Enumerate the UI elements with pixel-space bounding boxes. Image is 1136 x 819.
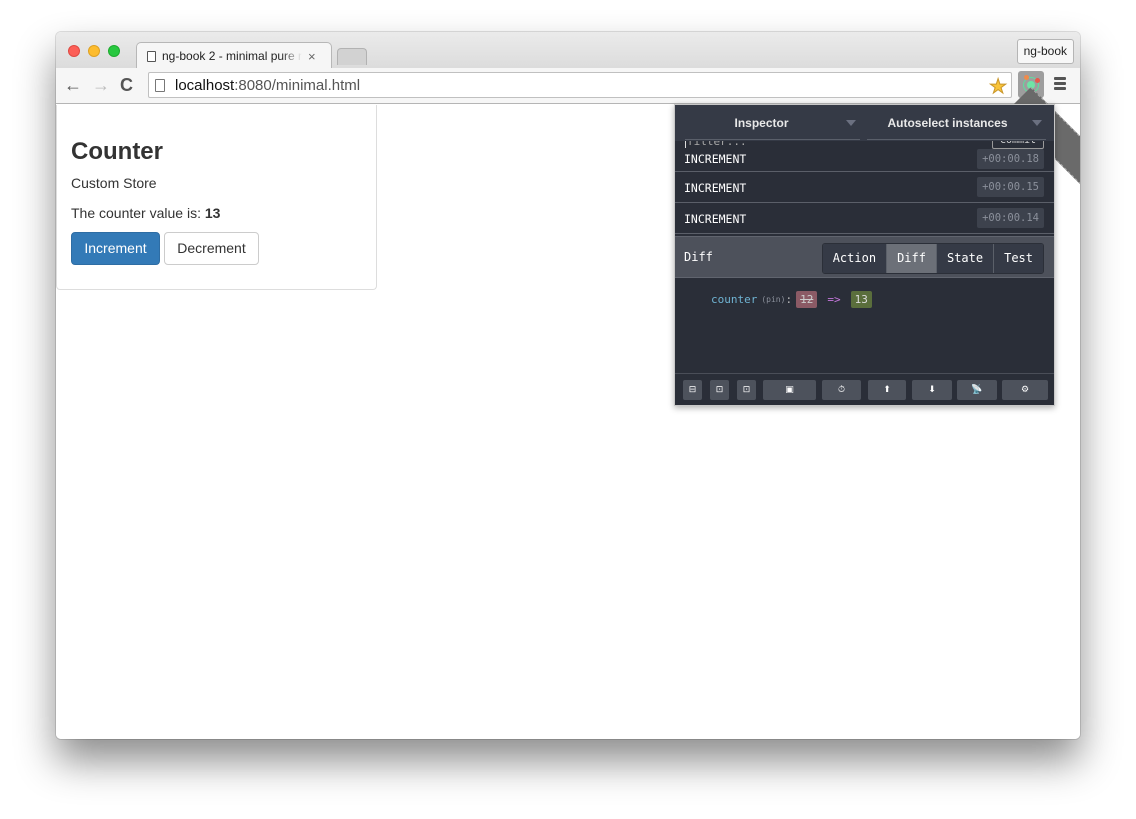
counter-value: 13 bbox=[204, 205, 221, 221]
maximize-window-button[interactable] bbox=[108, 45, 120, 57]
diff-old-value: 12 bbox=[796, 291, 818, 308]
action-list-item[interactable]: INCREMENT +00:00.15 bbox=[675, 172, 1054, 203]
close-window-button[interactable] bbox=[68, 45, 80, 57]
remote-icon[interactable]: 📡 bbox=[957, 380, 997, 400]
increment-button[interactable]: Increment bbox=[71, 232, 160, 265]
instance-select[interactable]: Autoselect instances bbox=[867, 105, 1046, 140]
devtools-header: Inspector Autoselect instances bbox=[675, 105, 1054, 141]
diff-new-value: 13 bbox=[850, 291, 872, 308]
redux-devtools-popup: Inspector Autoselect instances INCREMENT… bbox=[674, 104, 1055, 406]
diff-arrow: => bbox=[827, 293, 841, 306]
minimize-window-button[interactable] bbox=[88, 45, 100, 57]
profile-button[interactable]: ng-book bbox=[1016, 39, 1074, 64]
monitor-icon[interactable]: ▣ bbox=[763, 380, 816, 400]
tab-diff[interactable]: Diff bbox=[886, 244, 936, 273]
tab-title: ng-book 2 - minimal pure redux bbox=[162, 49, 302, 63]
action-list: INCREMENT +00:00.18 INCREMENT +00:00.15 … bbox=[675, 140, 1054, 234]
diff-key[interactable]: counter bbox=[711, 293, 757, 306]
filter-row: filter... Commit bbox=[675, 141, 1054, 149]
action-list-item[interactable]: INCREMENT +00:00.14 bbox=[675, 203, 1054, 234]
page-content: Counter Custom Store The counter value i… bbox=[56, 87, 1080, 739]
reload-button[interactable]: C bbox=[120, 74, 133, 96]
commit-button[interactable]: Commit bbox=[992, 141, 1044, 149]
browser-menu-icon[interactable] bbox=[1054, 77, 1066, 92]
new-tab-button[interactable] bbox=[337, 48, 367, 65]
devtools-bottom-bar: ⊟ ⊡ ⊡ ▣ ⏱ ⬆ ⬇ 📡 ⚙ bbox=[675, 373, 1054, 405]
radar-dot-icon bbox=[1035, 78, 1040, 83]
page-title: Counter bbox=[71, 138, 163, 165]
diff-tab-bar: Diff Action Diff State Test bbox=[675, 236, 1054, 278]
chevron-down-icon bbox=[1032, 120, 1042, 126]
diff-title: Diff bbox=[684, 250, 713, 264]
url-host: localhost bbox=[175, 76, 235, 94]
tab-state[interactable]: State bbox=[935, 244, 994, 273]
browser-toolbar: ← → C localhost:8080/minimal.html ★ bbox=[56, 68, 1080, 104]
bookmark-star-icon[interactable]: ★ bbox=[989, 74, 1008, 99]
counter-panel: Counter Custom Store The counter value i… bbox=[56, 105, 377, 290]
upload-icon[interactable]: ⬆ bbox=[868, 380, 906, 400]
tab-test[interactable]: Test bbox=[993, 244, 1043, 273]
url-path: :8080/minimal.html bbox=[234, 76, 361, 94]
download-icon[interactable]: ⬇ bbox=[912, 380, 952, 400]
chevron-down-icon bbox=[846, 120, 856, 126]
settings-icon[interactable]: ⚙ bbox=[1002, 380, 1048, 400]
inspector-tabs: Action Diff State Test bbox=[821, 243, 1044, 274]
forward-button[interactable]: → bbox=[92, 74, 110, 96]
back-button[interactable]: ← bbox=[64, 74, 82, 96]
action-time-badge: +00:00.15 bbox=[977, 177, 1044, 197]
document-icon bbox=[147, 50, 156, 62]
address-bar[interactable]: localhost:8080/minimal.html ★ bbox=[148, 72, 1012, 99]
page-icon bbox=[155, 78, 165, 92]
pin-button[interactable]: (pin) bbox=[761, 295, 785, 304]
timer-icon[interactable]: ⏱ bbox=[822, 380, 861, 400]
action-time-badge: +00:00.14 bbox=[977, 208, 1044, 228]
store-subtitle: Custom Store bbox=[71, 175, 157, 191]
tab-action[interactable]: Action bbox=[822, 244, 887, 273]
counter-value-label: The counter value is: bbox=[71, 205, 205, 221]
counter-value-line: The counter value is: 13 bbox=[71, 205, 362, 221]
action-time-badge: +00:00.18 bbox=[977, 149, 1044, 169]
diff-view: counter (pin) : 12 => 13 bbox=[675, 279, 1054, 373]
diff-entry: counter (pin) : 12 => 13 bbox=[711, 291, 872, 308]
left-panel-icon[interactable]: ⊟ bbox=[683, 380, 702, 400]
title-bar: ng-book 2 - minimal pure redux × ng-book bbox=[56, 32, 1080, 69]
tab-close-icon[interactable]: × bbox=[308, 49, 316, 64]
browser-window: ng-book 2 - minimal pure redux × ng-book… bbox=[56, 32, 1080, 739]
browser-tab[interactable]: ng-book 2 - minimal pure redux × bbox=[136, 42, 332, 69]
decrement-button[interactable]: Decrement bbox=[164, 232, 259, 265]
bottom-panel-icon[interactable]: ⊡ bbox=[737, 380, 756, 400]
radar-dot-icon bbox=[1024, 75, 1029, 80]
right-panel-icon[interactable]: ⊡ bbox=[710, 380, 729, 400]
filter-input[interactable]: filter... bbox=[685, 141, 747, 148]
monitor-select[interactable]: Inspector bbox=[685, 105, 860, 140]
